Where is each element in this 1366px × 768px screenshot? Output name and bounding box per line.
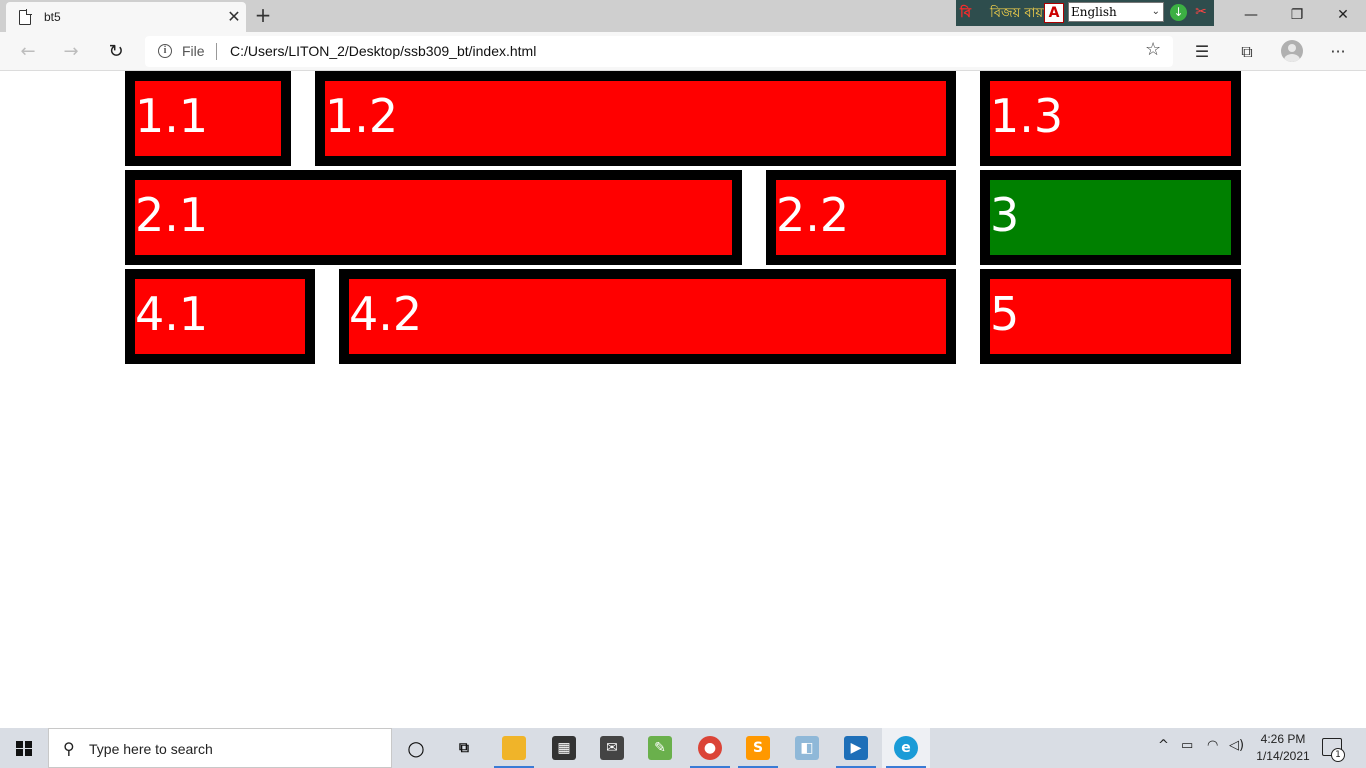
app-icon[interactable]: ◧ [783,728,831,768]
browser-tab[interactable]: bt5 ✕ [6,2,246,32]
collections-icon[interactable]: ⧉ [1235,40,1259,64]
bijoy-logo-icon: বি [960,6,971,21]
mail-icon[interactable]: ✉ [588,728,636,768]
notification-badge: 1 [1331,748,1345,762]
address-divider [216,43,217,60]
download-icon[interactable]: ↓ [1170,4,1187,21]
clock-date: 1/14/2021 [1256,749,1310,763]
profile-avatar[interactable] [1281,40,1303,62]
scheme-label: File [182,43,205,59]
box-1-3: 1.3 [980,71,1241,166]
chevron-down-icon: ⌄ [1151,6,1160,17]
close-button[interactable]: ✕ [1320,0,1366,30]
tab-title: bt5 [44,10,61,24]
box-4-1: 4.1 [125,269,315,364]
favorite-star-icon[interactable]: ☆ [1145,39,1161,60]
search-icon: ⚲ [63,739,75,758]
tab-close-button[interactable]: ✕ [224,7,244,27]
ime-a-icon[interactable]: A [1044,3,1064,23]
favorites-list-icon[interactable]: ☰ [1190,40,1214,64]
taskbar-search[interactable]: ⚲ Type here to search [48,728,392,768]
wifi-icon[interactable]: ◠ [1207,738,1218,753]
minimize-button[interactable]: — [1228,0,1274,30]
address-bar[interactable]: i File C:/Users/LITON_2/Desktop/ssb309_b… [145,36,1173,67]
box-2-1: 2.1 [125,170,742,265]
notepad-icon[interactable]: ✎ [636,728,684,768]
language-select-value: English [1071,5,1117,19]
clock[interactable]: 4:26 PM 1/14/2021 [1250,731,1316,765]
chevron-up-icon[interactable]: ^ [1158,738,1169,753]
box-5: 5 [980,269,1241,364]
clock-time: 4:26 PM [1260,732,1306,746]
search-placeholder: Type here to search [89,741,213,757]
battery-icon[interactable]: ▭ [1181,738,1193,753]
cortana-icon[interactable]: ○ [392,728,440,768]
chrome-icon[interactable]: ● [686,728,734,768]
box-1-2: 1.2 [315,71,956,166]
box-3: 3 [980,170,1241,265]
volume-icon[interactable]: ◁) [1229,738,1244,753]
sublime-icon[interactable]: S [734,728,782,768]
box-4-2: 4.2 [339,269,956,364]
info-icon[interactable]: i [158,44,172,58]
box-2-2: 2.2 [766,170,956,265]
back-arrow-icon[interactable]: ← [13,37,43,67]
windows-logo-icon [16,741,32,756]
box-1-1: 1.1 [125,71,291,166]
media-icon[interactable]: ▶ [832,728,880,768]
page-content: 1.1 1.2 1.3 2.1 2.2 3 4.1 4.2 5 [0,71,1366,728]
refresh-icon[interactable]: ↻ [101,37,131,67]
more-menu-icon[interactable]: ··· [1326,40,1350,64]
language-select[interactable]: English ⌄ [1068,2,1164,22]
new-tab-button[interactable]: + [252,4,274,26]
edge-icon[interactable]: e [882,728,930,768]
page-icon [19,9,32,25]
ime-toolbar: বি বিজয় বায়ান্নো A English ⌄ ↓ ✂ [956,0,1214,26]
forward-arrow-icon[interactable]: → [56,37,86,67]
start-button[interactable] [0,728,48,768]
url-text[interactable]: C:/Users/LITON_2/Desktop/ssb309_bt/index… [230,43,536,59]
task-view-icon[interactable]: ⧉ [440,728,488,768]
browser-toolbar: ← → ↻ i File C:/Users/LITON_2/Desktop/ss… [0,32,1366,71]
taskbar: ⚲ Type here to search ○ ⧉ ▦ ✉ ✎ ● S ◧ ▶ … [0,728,1366,768]
file-explorer-icon[interactable] [490,728,538,768]
store-icon[interactable]: ▦ [540,728,588,768]
tools-icon[interactable]: ✂ [1192,3,1210,21]
restore-button[interactable]: ❐ [1274,0,1320,30]
title-bar: bt5 ✕ + বি বিজয় বায়ান্নো A English ⌄ ↓… [0,0,1366,32]
